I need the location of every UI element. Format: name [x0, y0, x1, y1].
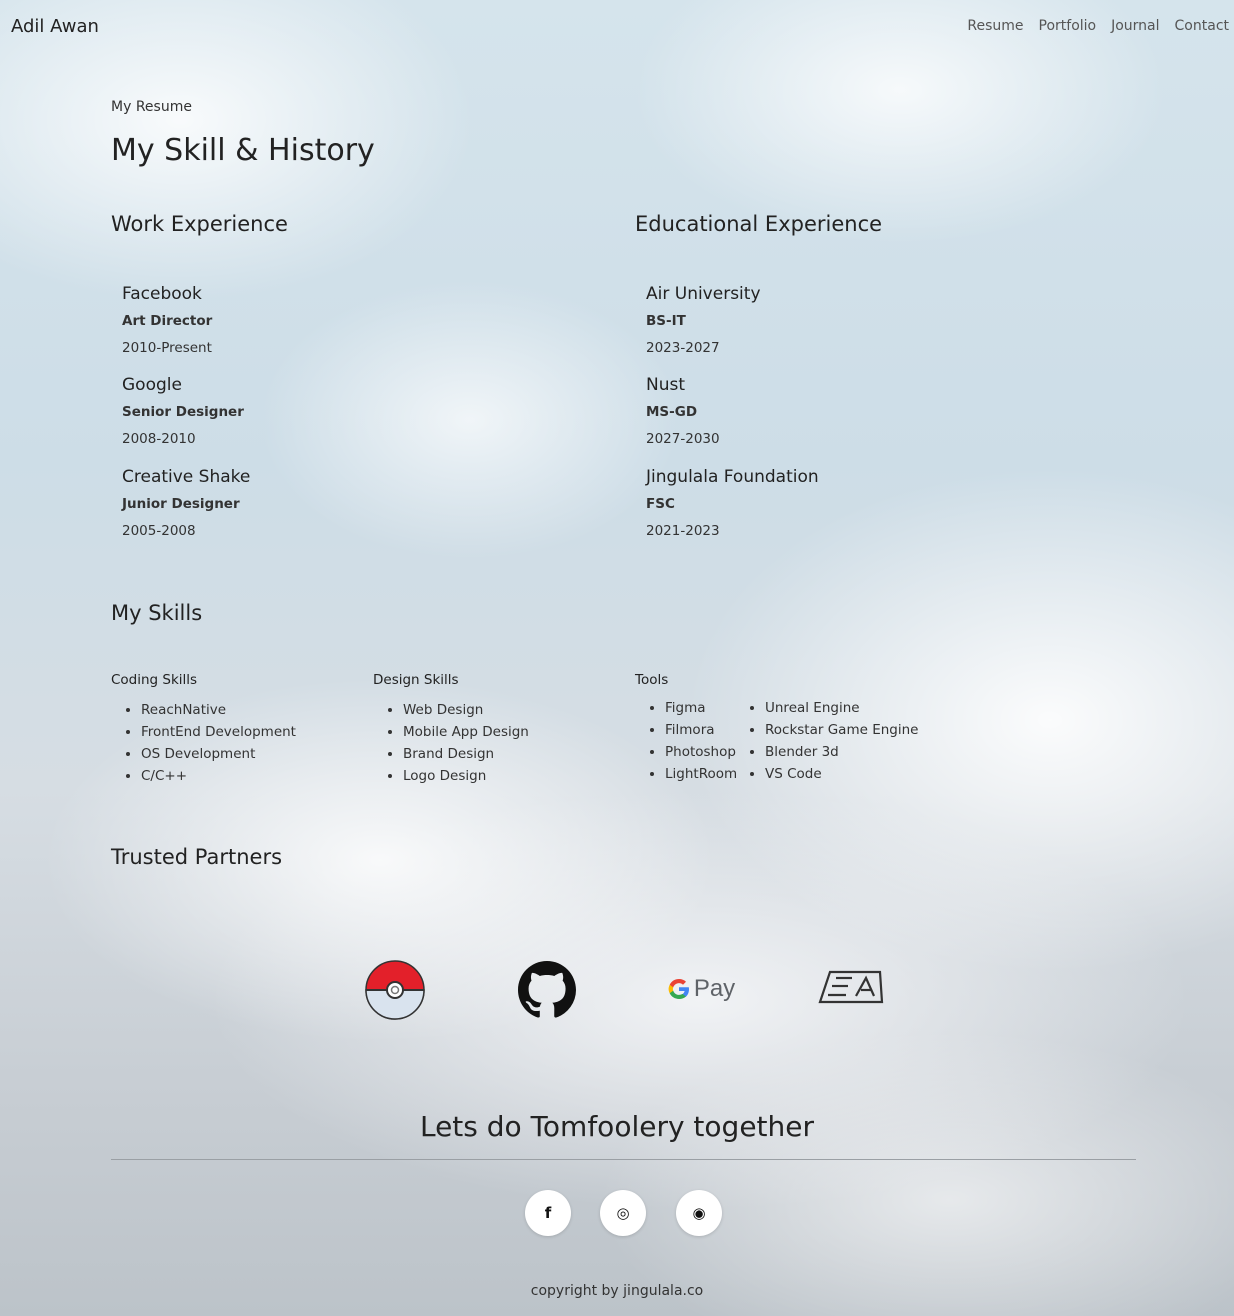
- education-years: 2021-2023: [646, 523, 720, 539]
- list-item: FrontEnd Development: [141, 721, 296, 743]
- tools-skills: Tools: [635, 672, 668, 689]
- work-org: Google: [122, 375, 182, 395]
- cta-heading: Lets do Tomfoolery together: [419, 1110, 815, 1143]
- work-years: 2010-Present: [122, 340, 212, 356]
- list-item: Web Design: [403, 699, 529, 721]
- page-title: My Skill & History: [111, 133, 375, 168]
- list-item: OS Development: [141, 743, 296, 765]
- education-org: Nust: [646, 375, 686, 395]
- education-org: Jingulala Foundation: [646, 467, 819, 487]
- list-item: ReachNative: [141, 699, 296, 721]
- list-item: Photoshop: [665, 741, 737, 763]
- list-item: VS Code: [765, 763, 918, 785]
- list-item: Logo Design: [403, 765, 529, 787]
- work-years: 2005-2008: [122, 523, 196, 539]
- google-g-icon: [668, 979, 689, 999]
- work-org: Facebook: [122, 284, 202, 304]
- list-item: Mobile App Design: [403, 721, 529, 743]
- nav-portfolio[interactable]: Portfolio: [1039, 18, 1097, 34]
- list-item: Brand Design: [403, 743, 529, 765]
- footer-divider: [111, 1159, 1136, 1160]
- list-item: Figma: [665, 697, 737, 719]
- whatsapp-icon: ◉: [692, 1204, 706, 1222]
- design-skills-list: Web Design Mobile App Design Brand Desig…: [373, 699, 529, 787]
- work-role: Senior Designer: [122, 404, 244, 420]
- nav-contact[interactable]: Contact: [1175, 18, 1229, 34]
- gpay-text: Pay: [693, 975, 736, 1002]
- list-item: Unreal Engine: [765, 697, 918, 719]
- education-degree: BS-IT: [646, 313, 686, 329]
- work-org: Creative Shake: [122, 467, 251, 487]
- education-degree: MS-GD: [646, 404, 698, 420]
- education-entry: Nust MS-GD 2027-2030: [646, 375, 720, 448]
- design-skills-title: Design Skills: [373, 672, 459, 688]
- list-item: Rockstar Game Engine: [765, 719, 918, 741]
- work-role: Art Director: [122, 313, 213, 329]
- github-icon[interactable]: [518, 961, 576, 1019]
- facebook-icon: f: [544, 1204, 552, 1222]
- instagram-icon: ◎: [616, 1204, 630, 1222]
- coding-skills: Coding Skills ReachNative FrontEnd Devel…: [111, 672, 296, 787]
- tools-list-a: Figma Filmora Photoshop LightRoom: [635, 697, 737, 785]
- ea-logo[interactable]: [818, 968, 886, 1008]
- list-item: Filmora: [665, 719, 737, 741]
- nav-journal[interactable]: Journal: [1111, 18, 1159, 34]
- work-entry: Facebook Art Director 2010-Present: [122, 284, 212, 357]
- education-degree: FSC: [646, 496, 675, 512]
- coding-skills-list: ReachNative FrontEnd Development OS Deve…: [111, 699, 296, 787]
- education-title: Educational Experience: [635, 212, 883, 236]
- work-experience-title: Work Experience: [111, 212, 288, 236]
- site-brand[interactable]: Adil Awan: [11, 16, 99, 37]
- education-years: 2023-2027: [646, 340, 720, 356]
- coding-skills-title: Coding Skills: [111, 672, 198, 688]
- work-role: Junior Designer: [122, 496, 240, 512]
- work-entry: Google Senior Designer 2008-2010: [122, 375, 244, 448]
- top-nav: Resume Portfolio Journal Contact: [967, 18, 1229, 34]
- work-years: 2008-2010: [122, 431, 196, 447]
- design-skills: Design Skills Web Design Mobile App Desi…: [373, 672, 529, 787]
- work-entry: Creative Shake Junior Designer 2005-2008: [122, 467, 250, 540]
- facebook-button[interactable]: f: [525, 1190, 571, 1236]
- tools-title: Tools: [635, 672, 669, 688]
- education-org: Air University: [646, 284, 761, 304]
- list-item: LightRoom: [665, 763, 737, 785]
- partners-title: Trusted Partners: [111, 845, 283, 869]
- tools-list-b: Unreal Engine Rockstar Game Engine Blend…: [735, 697, 918, 785]
- list-item: C/C++: [141, 765, 296, 787]
- education-years: 2027-2030: [646, 431, 720, 447]
- pokeball-icon[interactable]: [364, 959, 426, 1021]
- section-kicker: My Resume: [111, 99, 192, 115]
- copyright-text: copyright by jingulala.co: [530, 1283, 704, 1299]
- google-pay-logo[interactable]: Pay: [666, 970, 736, 1008]
- list-item: Blender 3d: [765, 741, 918, 763]
- education-entry: Jingulala Foundation FSC 2021-2023: [646, 467, 819, 540]
- instagram-button[interactable]: ◎: [600, 1190, 646, 1236]
- skills-title: My Skills: [111, 601, 203, 625]
- nav-resume[interactable]: Resume: [967, 18, 1023, 34]
- whatsapp-button[interactable]: ◉: [676, 1190, 722, 1236]
- education-entry: Air University BS-IT 2023-2027: [646, 284, 761, 357]
